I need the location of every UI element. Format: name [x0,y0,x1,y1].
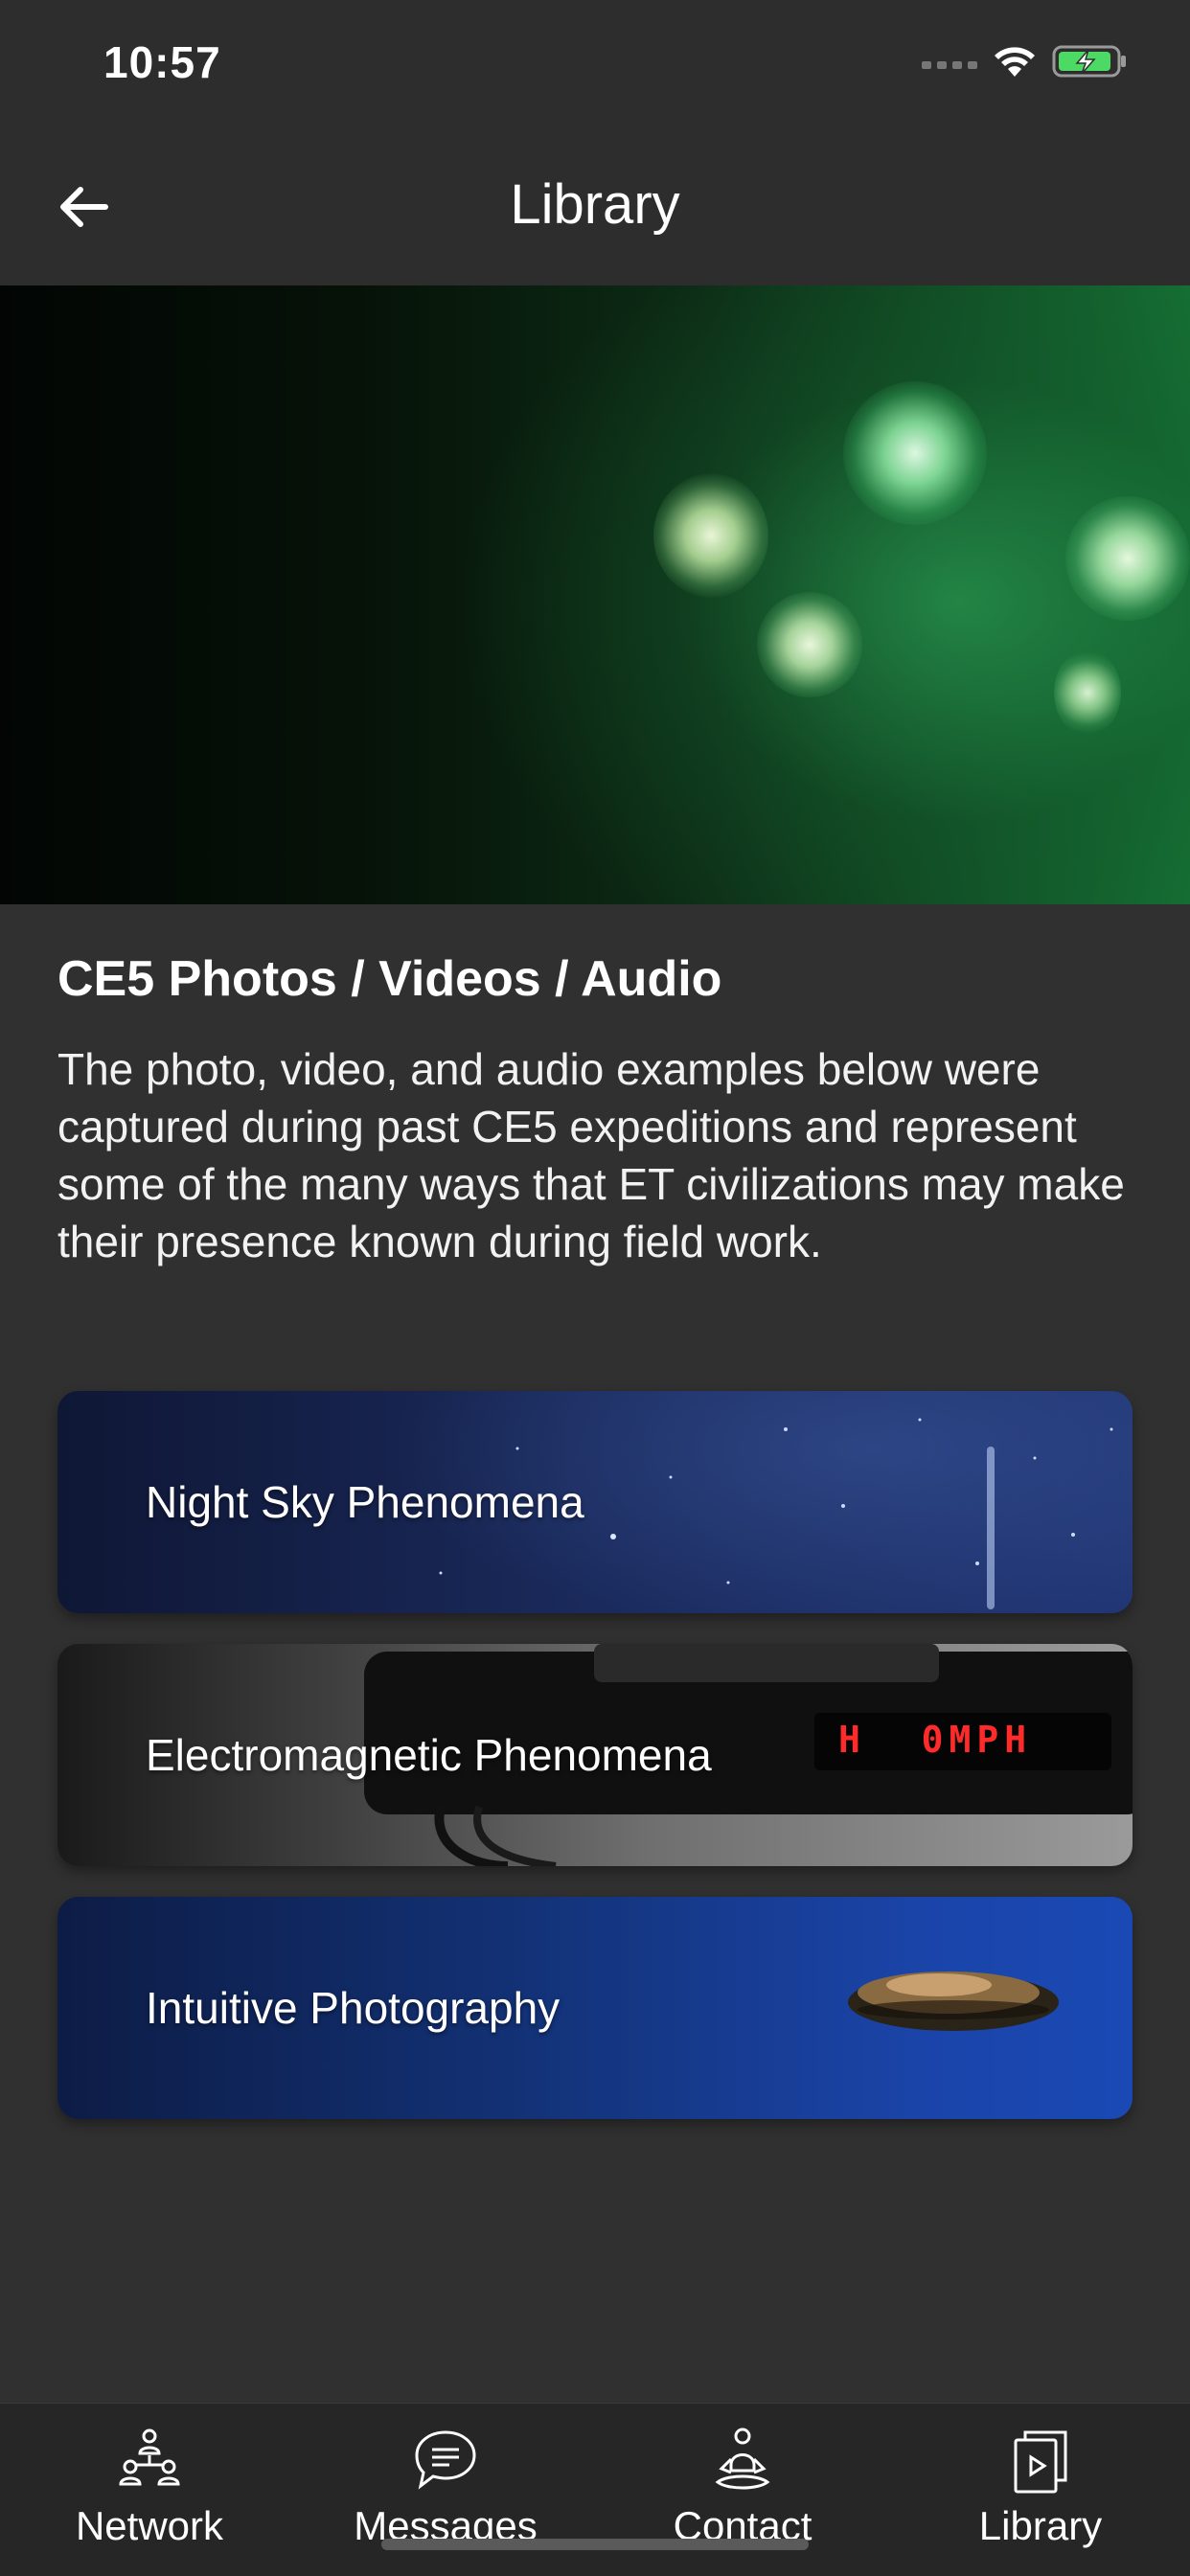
light-orb [1065,496,1190,621]
card-label: Intuitive Photography [146,1983,561,2033]
card-label: Electromagnetic Phenomena [146,1730,712,1780]
card-label: Night Sky Phenomena [146,1477,584,1527]
detector-display-text: H 0MPH [838,1719,1033,1761]
status-time: 10:57 [103,37,221,87]
meditation-person-icon [704,2423,781,2499]
category-card-electromagnetic[interactable]: H 0MPH Electromagnetic Phenomena [57,1644,1133,1866]
battery-charging-icon [1052,44,1129,83]
wifi-icon [993,44,1037,83]
category-card-night-sky[interactable]: Night Sky Phenomena [57,1391,1133,1613]
home-indicator[interactable] [381,2539,809,2550]
page-title: Library [510,173,680,236]
status-indicators [922,44,1129,83]
message-bubble-icon [407,2423,484,2499]
section-description: The photo, video, and audio examples bel… [57,1044,1125,1266]
network-icon [111,2423,188,2499]
section-title: CE5 Photos / Videos / Audio [57,951,722,1007]
hero-image [0,285,1190,904]
light-orb [757,592,862,697]
light-orb [843,381,987,525]
light-orb [1054,650,1121,736]
tab-messages[interactable]: Messages [340,2423,551,2549]
light-orb [653,473,768,598]
header-bar: Library [0,134,1190,285]
tab-library[interactable]: Library [935,2423,1146,2549]
library-icon [1002,2423,1079,2499]
tab-contact[interactable]: Contact [637,2423,848,2549]
tab-label: Library [978,2503,1103,2548]
cellular-signal-icon [922,52,977,76]
status-bar: 10:57 [0,0,1190,134]
tab-label: Network [75,2503,224,2548]
category-card-intuitive-photography[interactable]: Intuitive Photography [57,1897,1133,2119]
tab-network[interactable]: Network [44,2423,255,2549]
